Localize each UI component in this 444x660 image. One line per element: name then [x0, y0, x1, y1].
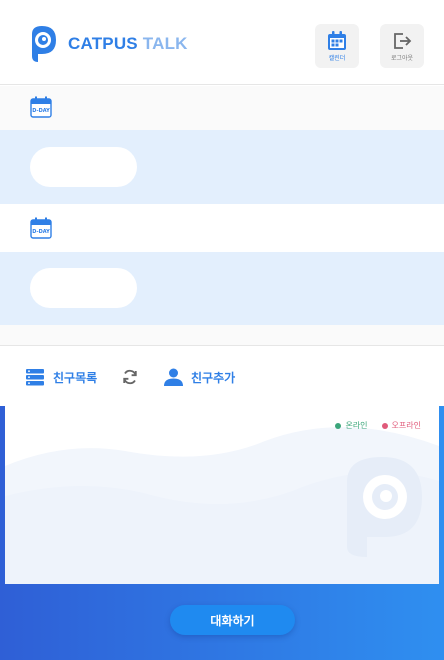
- status-legend: 온라인 오프라인: [321, 420, 421, 431]
- friend-list-card: 온라인 오프라인: [5, 406, 439, 584]
- offline-dot-icon: [381, 422, 388, 429]
- person-icon: [164, 368, 183, 386]
- dday-icon-text: D-DAY: [32, 108, 50, 114]
- calendar-button[interactable]: 캘린더: [315, 24, 359, 68]
- legend-online: 온라인: [335, 420, 368, 431]
- add-friend-tab[interactable]: 친구추가: [164, 346, 235, 408]
- dday-calendar-icon: D-DAY: [30, 96, 52, 118]
- logo-secondary: TALK: [137, 34, 188, 53]
- watermark-logo-icon: [347, 457, 422, 557]
- logout-icon: [394, 32, 412, 49]
- friend-panel: 온라인 오프라인 대화하기: [0, 406, 444, 660]
- add-friend-label: 친구추가: [191, 370, 236, 385]
- app-header: CATPUS TALK 캘린더 로그아웃: [0, 0, 444, 85]
- calendar-button-label: 캘린더: [328, 54, 346, 62]
- logo-primary: CATPUS: [68, 34, 138, 53]
- dday-item-pill[interactable]: [30, 268, 137, 308]
- dday-highlight-row[interactable]: [0, 252, 444, 325]
- legend-offline: 오프라인: [381, 420, 421, 431]
- friend-list-label: 친구목록: [53, 370, 98, 385]
- friend-tab-bar: 친구목록 친구추가: [0, 345, 444, 407]
- start-chat-button[interactable]: 대화하기: [170, 605, 295, 635]
- app-logo-text: CATPUS TALK: [68, 34, 188, 54]
- catpus-logo-icon: [32, 26, 56, 62]
- refresh-button[interactable]: [122, 346, 138, 408]
- legend-online-label: 온라인: [345, 421, 368, 430]
- calendar-icon: [328, 30, 346, 50]
- friend-list-tab[interactable]: 친구목록: [26, 346, 97, 408]
- dday-highlight-row[interactable]: [0, 130, 444, 204]
- dday-spacer-row: [0, 325, 444, 345]
- dday-calendar-icon: D-DAY: [30, 217, 52, 239]
- dday-item-pill[interactable]: [30, 147, 137, 187]
- logout-button-label: 로그아웃: [390, 54, 414, 62]
- logout-button[interactable]: 로그아웃: [380, 24, 424, 68]
- server-list-icon: [26, 369, 44, 386]
- dday-row[interactable]: D-DAY: [0, 86, 444, 130]
- legend-offline-label: 오프라인: [391, 421, 421, 430]
- app-logo[interactable]: CATPUS TALK: [28, 24, 188, 64]
- online-dot-icon: [335, 422, 342, 429]
- dday-icon-text: D-DAY: [32, 229, 50, 235]
- dday-row[interactable]: D-DAY: [0, 204, 444, 252]
- refresh-icon: [123, 369, 137, 385]
